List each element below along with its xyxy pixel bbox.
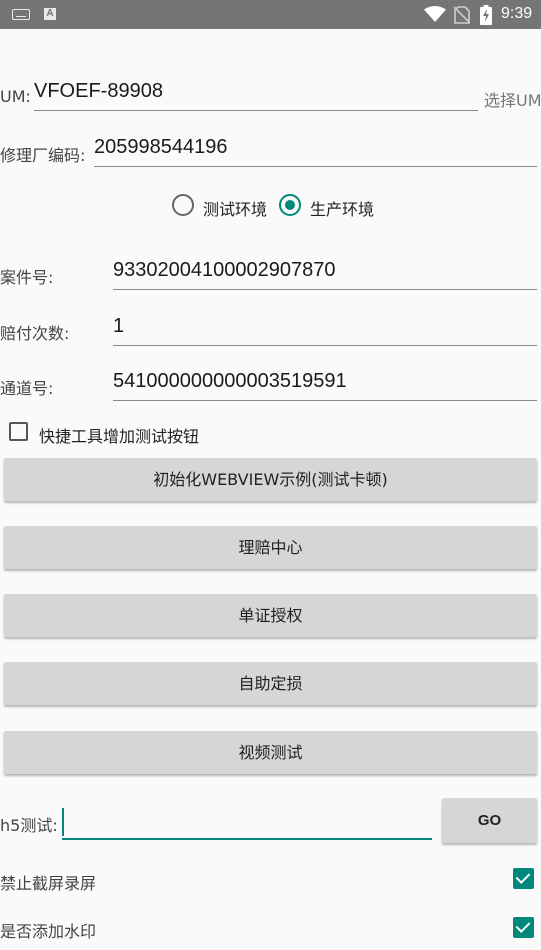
battery-charging-icon xyxy=(480,5,492,25)
video-test-button[interactable]: 视频测试 xyxy=(4,731,537,774)
radio-test-env-label[interactable]: 测试环境 xyxy=(203,196,267,220)
disable-screenshot-label: 禁止截屏录屏 xyxy=(0,874,97,893)
pay-count-input[interactable]: 1 xyxy=(113,315,537,346)
um-input[interactable]: VFOEF-89908 xyxy=(34,80,478,111)
h5-test-label: h5测试: xyxy=(0,816,58,835)
repair-factory-input[interactable]: 205998544196 xyxy=(94,136,537,167)
channel-no-label: 通道号: xyxy=(0,379,54,398)
add-watermark-label: 是否添加水印 xyxy=(0,922,97,941)
keyboard-icon xyxy=(12,9,30,20)
um-label: UM: xyxy=(0,87,31,106)
init-webview-button[interactable]: 初始化WEBVIEW示例(测试卡顿) xyxy=(4,458,537,501)
h5-test-input[interactable] xyxy=(62,806,432,840)
disable-screenshot-checkbox[interactable] xyxy=(513,868,534,889)
radio-production-env[interactable] xyxy=(279,194,301,216)
case-no-label: 案件号: xyxy=(0,268,54,287)
select-um-link[interactable]: 选择UM xyxy=(484,87,541,111)
repair-factory-label: 修理厂编码: xyxy=(0,146,86,165)
pay-count-label: 赔付次数: xyxy=(0,324,70,343)
claims-center-button[interactable]: 理赔中心 xyxy=(4,526,537,569)
self-assess-button[interactable]: 自助定损 xyxy=(4,662,537,705)
status-bar: A 9:39 xyxy=(0,0,541,29)
single-auth-button[interactable]: 单证授权 xyxy=(4,594,537,637)
status-time: 9:39 xyxy=(501,5,533,22)
no-sim-icon xyxy=(454,6,470,24)
channel-no-input[interactable]: 541000000000003519591 xyxy=(113,370,537,401)
case-no-input[interactable]: 93302004100002907870 xyxy=(113,259,537,290)
go-button[interactable]: GO xyxy=(442,798,537,843)
text-cursor xyxy=(62,808,64,836)
wifi-icon xyxy=(424,6,446,22)
radio-production-env-label[interactable]: 生产环境 xyxy=(310,196,374,220)
add-watermark-checkbox[interactable] xyxy=(513,917,534,938)
quick-tool-checkbox[interactable] xyxy=(9,422,28,441)
radio-test-env[interactable] xyxy=(172,194,194,216)
quick-tool-label[interactable]: 快捷工具增加测试按钮 xyxy=(39,423,199,447)
a-notification-icon: A xyxy=(44,8,56,20)
